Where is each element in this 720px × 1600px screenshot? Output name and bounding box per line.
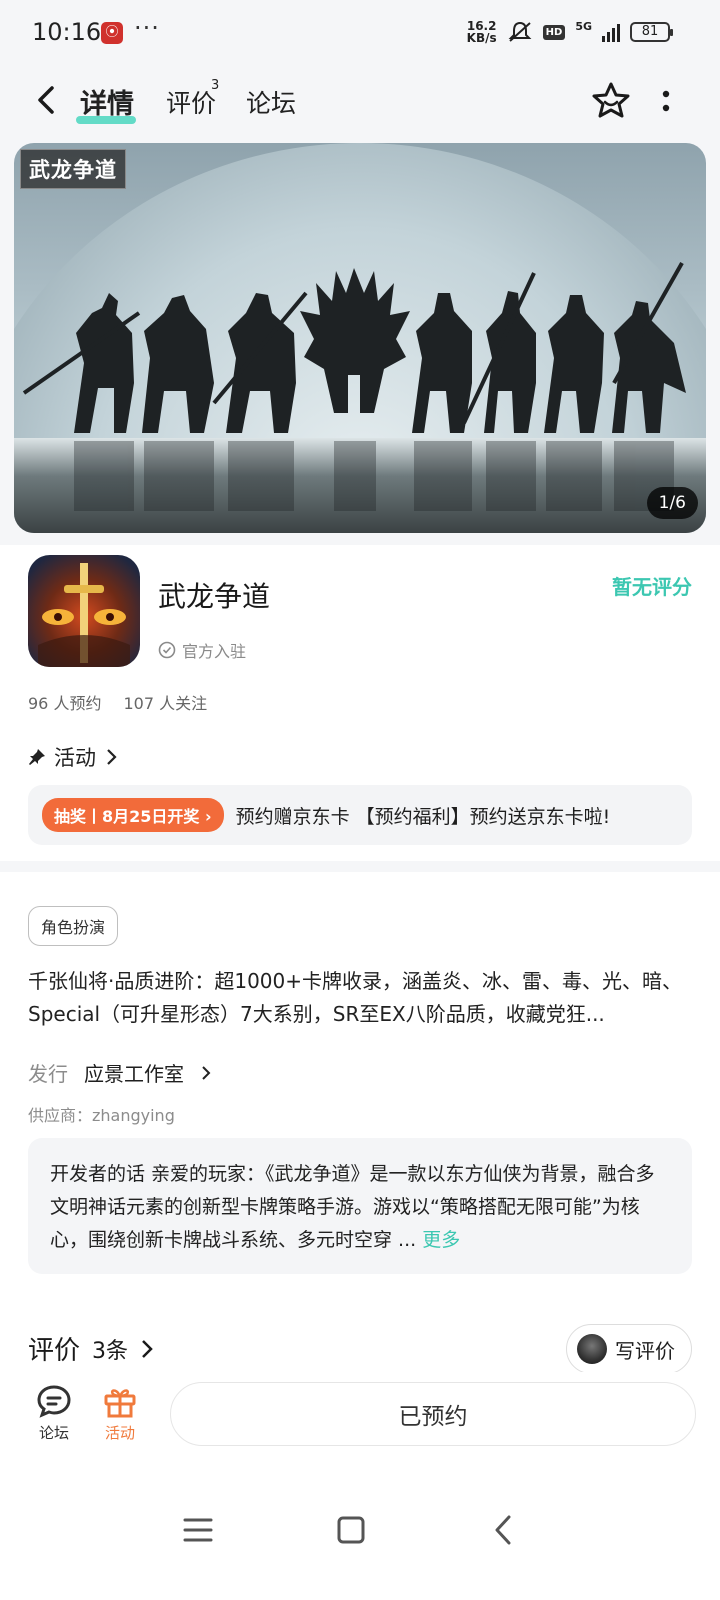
banner-game-logo: 武龙争道 (20, 149, 126, 189)
follower-count: 107 人关注 (123, 694, 208, 713)
screenshot-carousel[interactable]: 武龙争道 1/6 (14, 143, 706, 533)
status-time: 10:16 (32, 18, 102, 46)
genre-tag[interactable]: 角色扮演 (28, 906, 119, 946)
activity-button[interactable]: 活动 (90, 1384, 150, 1443)
lottery-tag-text: 抽奖丨8月25日开奖 (54, 807, 200, 826)
gift-icon (104, 1389, 136, 1418)
app-icon-art (38, 563, 130, 667)
tab-details[interactable]: 详情 (80, 82, 134, 121)
promo-banner[interactable]: 抽奖丨8月25日开奖 › 预约赠京东卡 【预约福利】预约送京东卡啦! (28, 785, 692, 845)
chevron-right-icon (202, 1065, 211, 1080)
net-speed: 16.2 KB/s (467, 20, 497, 44)
forum-button[interactable]: 论坛 (24, 1384, 84, 1443)
rating-status: 暂无评分 (612, 575, 692, 599)
hero-silhouettes-image (22, 262, 686, 511)
app-icon (28, 555, 140, 667)
lottery-tag[interactable]: 抽奖丨8月25日开奖 › (42, 798, 224, 832)
battery-icon: 81 (630, 22, 673, 42)
user-avatar (577, 1334, 607, 1364)
reservation-count: 96 人预约 (28, 694, 102, 713)
official-label: 官方入驻 (182, 642, 247, 661)
chevron-right-icon (142, 1339, 153, 1358)
activity-label: 活动 (54, 746, 96, 770)
developer-note[interactable]: 开发者的话 亲爱的玩家：《武龙争道》是一款以东方仙侠为背景，融合多文明神话元素的… (28, 1138, 692, 1274)
signal-icon (602, 22, 620, 42)
system-navigation-bar (0, 1476, 720, 1600)
mute-icon (508, 21, 532, 42)
promo-text: 预约赠京东卡 【预约福利】预约送京东卡啦! (235, 805, 611, 828)
carousel-page-indicator: 1/6 (646, 487, 698, 519)
menu-icon[interactable] (178, 1510, 218, 1550)
write-review-label: 写评价 (615, 1338, 675, 1363)
tab-forum[interactable]: 论坛 (246, 84, 296, 120)
tab-reviews[interactable]: 评价 (166, 84, 216, 120)
write-review-button[interactable]: 写评价 (566, 1324, 692, 1374)
app-info-section: 武龙争道 官方入驻 暂无评分 96 人预约 107 人关注 活动 抽奖丨8月25… (0, 545, 720, 861)
publisher-link[interactable]: 发行 应景工作室 (28, 1058, 212, 1087)
activity-tab-label: 活动 (104, 1424, 135, 1442)
reviews-title: 评价 (28, 1336, 81, 1366)
status-bar: 10:16 ⦿ ··· 16.2 KB/s HD 5G 81 (0, 0, 720, 66)
home-icon[interactable] (331, 1510, 371, 1550)
system-back-icon[interactable] (484, 1510, 524, 1550)
bottom-action-bar: 论坛 活动 已预约 (0, 1372, 720, 1476)
details-section: 角色扮演 千张仙将·品质进阶：超1000+卡牌收录，涵盖炎、冰、雷、毒、光、暗、… (0, 872, 720, 1374)
favorite-star-icon[interactable] (590, 80, 632, 122)
app-name: 武龙争道 (158, 580, 271, 613)
reviews-count: 3条 (92, 1338, 129, 1364)
pin-icon (29, 749, 45, 765)
supplier-text: 供应商：zhangying (28, 1106, 175, 1125)
more-notifications-icon: ··· (134, 14, 160, 42)
reserved-button[interactable]: 已预约 (170, 1382, 696, 1446)
activity-link[interactable]: 活动 (28, 742, 118, 772)
app-stats: 96 人预约 107 人关注 (28, 690, 207, 714)
back-arrow-icon[interactable] (28, 80, 68, 120)
net-speed-unit: KB/s (466, 31, 497, 45)
tab-reviews-badge: 3 (211, 78, 220, 93)
top-navigation: 详情 评价 3 论坛 (0, 66, 720, 138)
status-indicators: 16.2 KB/s HD 5G 81 (467, 19, 673, 44)
reviews-header[interactable]: 评价 3条 (28, 1330, 154, 1367)
chevron-right-icon (107, 749, 117, 765)
forum-chat-icon (37, 1385, 71, 1418)
more-options-icon[interactable] (654, 86, 678, 118)
developer-note-text: 开发者的话 亲爱的玩家：《武龙争道》是一款以东方仙侠为背景，融合多文明神话元素的… (50, 1163, 655, 1251)
publisher-label: 发行 (28, 1062, 68, 1086)
game-description[interactable]: 千张仙将·品质进阶：超1000+卡牌收录，涵盖炎、冰、雷、毒、光、暗、Speci… (28, 965, 692, 1031)
notification-app-icon: ⦿ (101, 22, 123, 44)
official-badge: 官方入驻 (158, 638, 246, 662)
verified-check-icon (158, 641, 176, 659)
forum-label: 论坛 (38, 1424, 69, 1442)
more-link[interactable]: 更多 (422, 1229, 460, 1251)
network-type: 5G (575, 19, 592, 33)
hd-icon: HD (542, 24, 566, 40)
publisher-name: 应景工作室 (84, 1062, 184, 1086)
